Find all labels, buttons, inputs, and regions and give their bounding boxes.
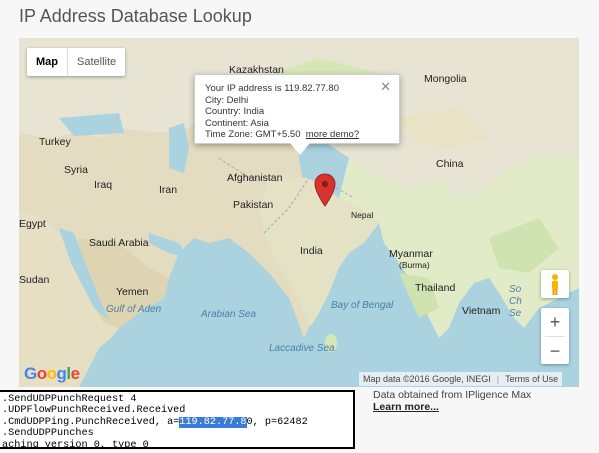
map-label-egypt: Egypt bbox=[19, 218, 46, 230]
info-ip-line: Your IP address is 119.82.77.80 bbox=[205, 83, 339, 94]
map-attribution: Map data ©2016 Google, INEGI | Terms of Us… bbox=[359, 372, 563, 386]
map-label-thailand: Thailand bbox=[415, 282, 456, 294]
map-label-myanmar-sub: (Burma) bbox=[399, 260, 430, 270]
console-line-text: 0, p=62482 bbox=[246, 416, 308, 428]
learn-more-link[interactable]: Learn more... bbox=[373, 401, 439, 413]
console-line: .SendUDPPunchRequest 4 bbox=[2, 394, 137, 405]
map[interactable]: Map Satellite Kazakhstan Mongolia Turkey… bbox=[19, 38, 579, 387]
map-label-iran: Iran bbox=[159, 184, 178, 196]
console-line: .UDPFlowPunchReceived.Received bbox=[2, 405, 186, 417]
map-label-sudan: Sudan bbox=[19, 274, 50, 286]
console-line: .SendUDPPunches bbox=[2, 428, 94, 440]
terms-of-use-link[interactable]: Terms of Use bbox=[505, 374, 558, 384]
zoom-in-button[interactable]: + bbox=[541, 308, 569, 336]
map-label-sea-right-1: So bbox=[509, 284, 522, 295]
map-label-myanmar: Myanmar bbox=[389, 248, 433, 260]
info-timezone-line: Time Zone: GMT+5.50 bbox=[205, 129, 301, 140]
map-label-nepal: Nepal bbox=[351, 210, 374, 220]
zoom-out-button[interactable]: − bbox=[541, 337, 569, 365]
map-label-china: China bbox=[436, 158, 464, 170]
google-logo-o2: o bbox=[46, 364, 57, 383]
google-logo-e: e bbox=[70, 364, 80, 383]
map-label-yemen: Yemen bbox=[116, 286, 149, 298]
map-label-india: India bbox=[300, 245, 323, 257]
map-label-vietnam: Vietnam bbox=[462, 305, 501, 317]
map-label-syria: Syria bbox=[64, 164, 88, 176]
google-logo-o1: o bbox=[36, 364, 47, 383]
map-type-satellite-button[interactable]: Satellite bbox=[68, 48, 125, 76]
map-label-iraq: Iraq bbox=[94, 179, 113, 191]
map-label-mongolia: Mongolia bbox=[424, 73, 467, 85]
map-label-sea-right-3: Se bbox=[509, 308, 522, 319]
map-label-gulf-of-aden: Gulf of Aden bbox=[106, 304, 162, 315]
map-label-pakistan: Pakistan bbox=[233, 199, 274, 211]
map-label-turkey: Turkey bbox=[39, 136, 71, 148]
map-data-text[interactable]: Map data ©2016 Google, INEGI bbox=[363, 374, 491, 384]
console-line: .CmdUDPPing.PunchReceived, a=119.82.77.8… bbox=[2, 416, 353, 428]
zoom-control: + − bbox=[541, 308, 569, 364]
info-window: Your IP address is 119.82.77.80 City: De… bbox=[194, 74, 400, 155]
map-label-arabian-sea: Arabian Sea bbox=[201, 309, 257, 320]
google-logo-g1: G bbox=[24, 364, 37, 383]
console-selected-ip[interactable]: 119.82.77.8 bbox=[179, 416, 247, 428]
map-label-laccadive-sea: Laccadive Sea bbox=[269, 343, 335, 354]
map-label-sea-right-2: Ch bbox=[509, 296, 522, 307]
more-demo-link[interactable]: more demo? bbox=[306, 129, 359, 140]
map-label-bay-of-bengal: Bay of Bengal bbox=[331, 300, 394, 311]
info-timezone-row: Time Zone: GMT+5.50 more demo? bbox=[205, 129, 389, 141]
info-continent-line: Continent: Asia bbox=[205, 117, 269, 129]
map-type-control: Map Satellite bbox=[27, 48, 126, 76]
console-line: aching version 0, type 0 bbox=[2, 439, 149, 449]
data-source-text: Data obtained from IPligence Max bbox=[373, 389, 532, 401]
console-log-overlay: .SendUDPPunchRequest 4 .UDPFlowPunchRecei… bbox=[0, 390, 355, 449]
google-logo[interactable]: Google bbox=[24, 364, 80, 384]
info-window-tail bbox=[290, 143, 310, 155]
map-label-saudi-arabia: Saudi Arabia bbox=[89, 237, 149, 249]
console-line-text: .CmdUDPPing.PunchReceived, a= bbox=[2, 416, 180, 428]
close-icon[interactable]: ✕ bbox=[380, 80, 391, 92]
location-marker-icon[interactable] bbox=[314, 173, 336, 207]
info-country-line: Country: India bbox=[205, 106, 265, 117]
page-title: IP Address Database Lookup bbox=[19, 6, 252, 26]
map-label-afghanistan: Afghanistan bbox=[227, 172, 283, 184]
google-logo-g2: g bbox=[56, 364, 67, 383]
street-view-pegman-icon[interactable] bbox=[541, 270, 569, 298]
map-type-map-button[interactable]: Map bbox=[27, 48, 68, 76]
info-city-line: City: Delhi bbox=[205, 94, 249, 106]
